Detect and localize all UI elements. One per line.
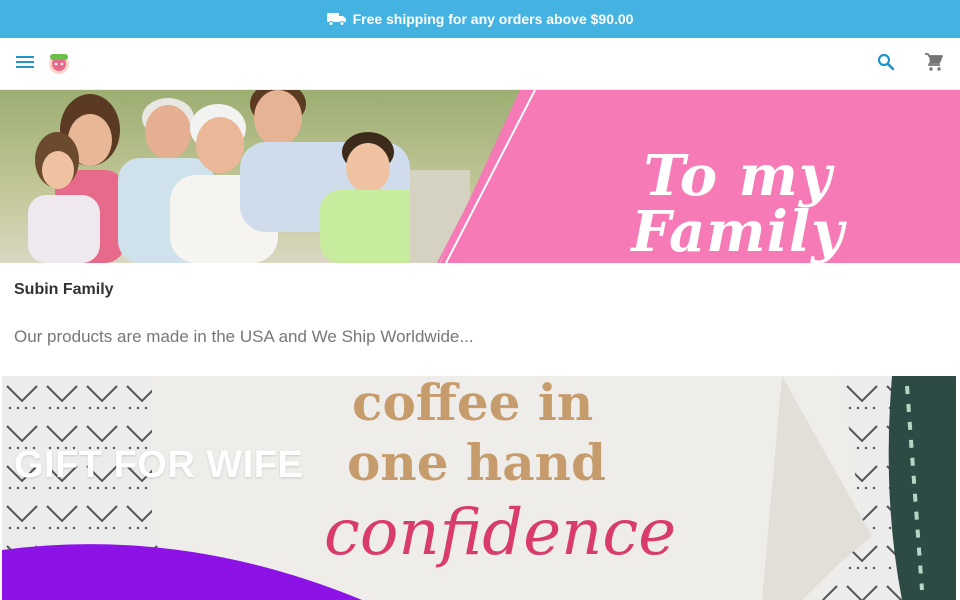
search-icon [877,53,895,76]
cart-icon [924,52,944,77]
store-description: Our products are made in the USA and We … [14,327,474,346]
hero-banner[interactable]: To my Family [0,90,960,263]
store-name: Subin Family [14,281,114,298]
cart-button[interactable] [922,52,946,76]
shirt-text-script: confidence [324,496,677,570]
announcement-bar: Free shipping for any orders above $90.0… [0,0,960,38]
truck-icon [326,12,347,26]
menu-icon [16,55,34,74]
subin-family-logo[interactable] [47,51,71,75]
collection-title: GIFT FOR WIFE [14,444,304,486]
shirt-text-line-1: coffee in [352,376,594,432]
banner-headline: To my Family [631,143,845,263]
search-button[interactable] [874,52,898,76]
menu-button[interactable] [12,52,38,76]
collection-card-gift-for-wife[interactable]: coffee in one hand confidence GIFT FOR W… [2,376,956,600]
shirt-text-line-2: one hand [347,433,606,492]
site-header [0,38,960,90]
announcement-text: Free shipping for any orders above $90.0… [352,11,634,27]
